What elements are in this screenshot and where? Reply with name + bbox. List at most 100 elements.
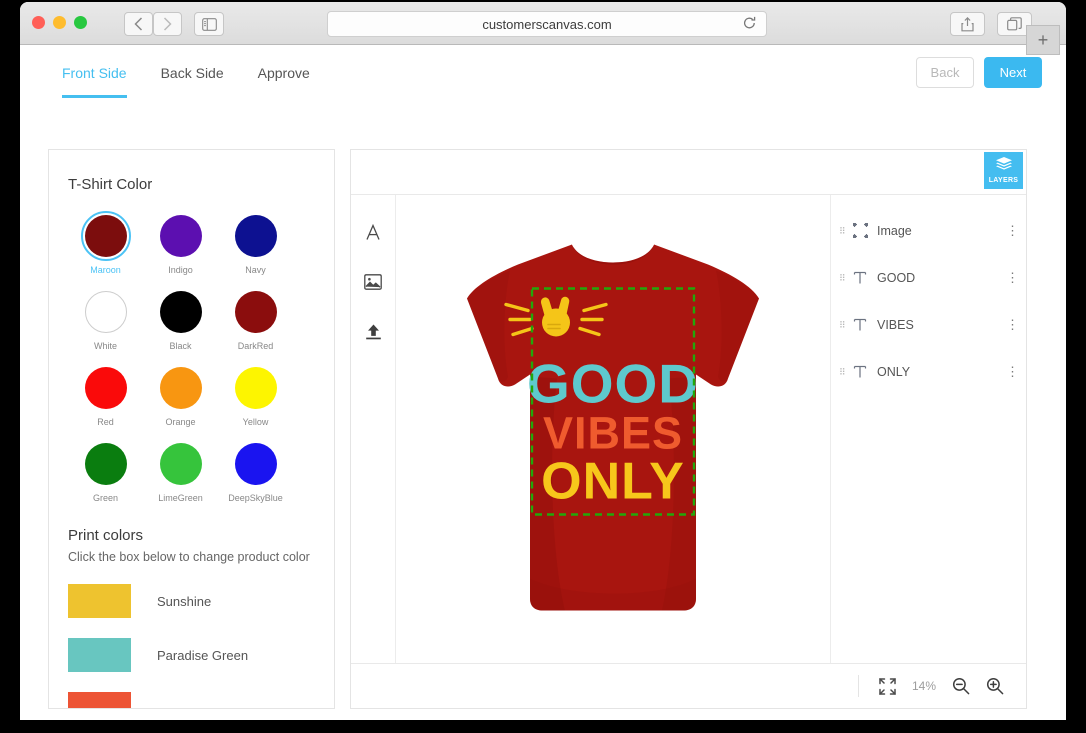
tshirt-color-grid: Maroon Indigo Navy White Black DarkRed R…	[68, 211, 334, 503]
app-topbar: Front Side Back Side Approve Back Next	[20, 45, 1066, 109]
color-swatch-indigo[interactable]: Indigo	[143, 211, 218, 275]
layer-row-image[interactable]: ⠿ Image ⋮	[831, 207, 1026, 254]
layers-panel: ⠿ Image ⋮ ⠿ GOOD ⋮ ⠿ VIBES ⋮ ⠿ ONLY ⋮	[830, 195, 1026, 663]
add-text-tool[interactable]	[362, 221, 384, 243]
left-sidebar: T-Shirt Color Maroon Indigo Navy White B…	[48, 149, 335, 709]
minimize-window-button[interactable]	[53, 16, 66, 29]
design-editor: LAYERS GOOD VIBES ONLY ⠿ Image ⋮ ⠿ GOOD …	[350, 149, 1027, 709]
forward-button[interactable]	[153, 12, 182, 36]
print-color-row-paradise-green[interactable]: Paradise Green	[68, 638, 334, 672]
swatch-label: Yellow	[242, 417, 269, 427]
drag-handle-icon[interactable]: ⠿	[839, 226, 847, 235]
print-colors-hint: Click the box below to change product co…	[68, 550, 310, 564]
design-line-vibes: VIBES	[543, 408, 683, 459]
design-canvas[interactable]: GOOD VIBES ONLY	[396, 195, 830, 663]
swatch-label: White	[93, 341, 117, 351]
text-t-icon	[847, 365, 873, 379]
new-tab-button[interactable]: +	[1026, 25, 1060, 55]
swatch-label: DarkRed	[237, 341, 274, 351]
editor-tools	[351, 195, 396, 663]
maximize-window-button[interactable]	[74, 16, 87, 29]
layer-label: VIBES	[877, 317, 914, 332]
print-color-box	[68, 692, 131, 708]
swatch-label: Orange	[165, 417, 196, 427]
design-line-good: GOOD	[527, 353, 699, 415]
reload-icon[interactable]	[743, 16, 756, 33]
drag-handle-icon[interactable]: ⠿	[839, 367, 847, 376]
layers-button-label: LAYERS	[988, 177, 1019, 184]
color-swatch-green[interactable]: Green	[68, 439, 143, 503]
sidebar-toggle-button[interactable]	[194, 12, 224, 36]
tab-front-side[interactable]: Front Side	[62, 65, 127, 98]
swatch-label: Indigo	[168, 265, 193, 275]
print-colors-title: Print colors	[68, 527, 144, 544]
print-color-row-third[interactable]	[68, 692, 334, 708]
layer-menu-button[interactable]: ⋮	[1006, 224, 1019, 237]
swatch-label: Black	[169, 341, 192, 351]
color-swatch-navy[interactable]: Navy	[218, 211, 293, 275]
layer-label: GOOD	[877, 270, 916, 285]
color-swatch-limegreen[interactable]: LimeGreen	[143, 439, 218, 503]
editor-body: GOOD VIBES ONLY ⠿ Image ⋮ ⠿ GOOD ⋮ ⠿ VIB…	[351, 195, 1026, 663]
color-swatch-yellow[interactable]: Yellow	[218, 363, 293, 427]
address-bar[interactable]: customerscanvas.com	[327, 11, 767, 37]
tshirt-color-title: T-Shirt Color	[68, 176, 153, 193]
layer-row-only[interactable]: ⠿ ONLY ⋮	[831, 348, 1026, 395]
zoom-out-button[interactable]	[952, 677, 970, 695]
print-color-row-sunshine[interactable]: Sunshine	[68, 584, 334, 618]
design-line-only: ONLY	[541, 453, 685, 511]
close-window-button[interactable]	[32, 16, 45, 29]
step-tabs: Front Side Back Side Approve	[62, 65, 310, 98]
browser-window: customerscanvas.com Front Side Back Side…	[20, 2, 1066, 720]
print-color-label: Paradise Green	[157, 647, 249, 663]
fit-to-screen-button[interactable]	[879, 677, 896, 695]
layer-row-vibes[interactable]: ⠿ VIBES ⋮	[831, 301, 1026, 348]
tab-approve[interactable]: Approve	[258, 65, 310, 98]
swatch-label: Navy	[245, 265, 266, 275]
layer-menu-button[interactable]: ⋮	[1006, 318, 1019, 331]
layer-menu-button[interactable]: ⋮	[1006, 365, 1019, 378]
color-swatch-black[interactable]: Black	[143, 287, 218, 351]
color-swatch-maroon[interactable]: Maroon	[68, 211, 143, 275]
divider	[857, 675, 859, 697]
drag-handle-icon[interactable]: ⠿	[839, 273, 847, 282]
print-color-box	[68, 638, 131, 672]
window-controls	[32, 16, 87, 29]
color-swatch-darkred[interactable]: DarkRed	[218, 287, 293, 351]
color-swatch-white[interactable]: White	[68, 287, 143, 351]
upload-tool[interactable]	[362, 321, 384, 343]
back-button[interactable]	[124, 12, 153, 36]
zoom-in-button[interactable]	[986, 677, 1004, 695]
swatch-label: Maroon	[90, 265, 121, 275]
share-button[interactable]	[950, 12, 985, 36]
drag-handle-icon[interactable]: ⠿	[839, 320, 847, 329]
color-swatch-red[interactable]: Red	[68, 363, 143, 427]
text-t-icon	[847, 318, 873, 332]
nav-actions: Back Next	[916, 57, 1042, 88]
url-text: customerscanvas.com	[482, 16, 612, 32]
editor-statusbar: 14%	[351, 663, 1026, 708]
print-color-box	[68, 584, 131, 618]
print-color-label: Sunshine	[157, 593, 212, 609]
swatch-label: Green	[92, 493, 118, 503]
back-step-button[interactable]: Back	[916, 57, 974, 88]
tab-back-side[interactable]: Back Side	[161, 65, 224, 98]
add-image-tool[interactable]	[362, 271, 384, 293]
next-step-button[interactable]: Next	[984, 57, 1042, 88]
swatch-label: DeepSkyBlue	[228, 493, 283, 503]
text-t-icon	[847, 271, 873, 285]
zoom-level-value: 14%	[911, 679, 936, 693]
tshirt-graphic: GOOD VIBES ONLY	[467, 238, 759, 611]
browser-chrome: customerscanvas.com	[20, 2, 1066, 45]
tshirt-preview[interactable]: GOOD VIBES ONLY	[460, 227, 766, 632]
color-swatch-orange[interactable]: Orange	[143, 363, 218, 427]
color-swatch-deepskyblue[interactable]: DeepSkyBlue	[218, 439, 293, 503]
selection-frame-icon	[847, 223, 873, 238]
swatch-label: Red	[97, 417, 114, 427]
editor-toolbar: LAYERS	[351, 150, 1026, 195]
layer-row-good[interactable]: ⠿ GOOD ⋮	[831, 254, 1026, 301]
layer-menu-button[interactable]: ⋮	[1006, 271, 1019, 284]
layer-label: Image	[877, 223, 912, 238]
layers-toggle-button[interactable]: LAYERS	[984, 152, 1023, 189]
layer-label: ONLY	[877, 364, 911, 379]
